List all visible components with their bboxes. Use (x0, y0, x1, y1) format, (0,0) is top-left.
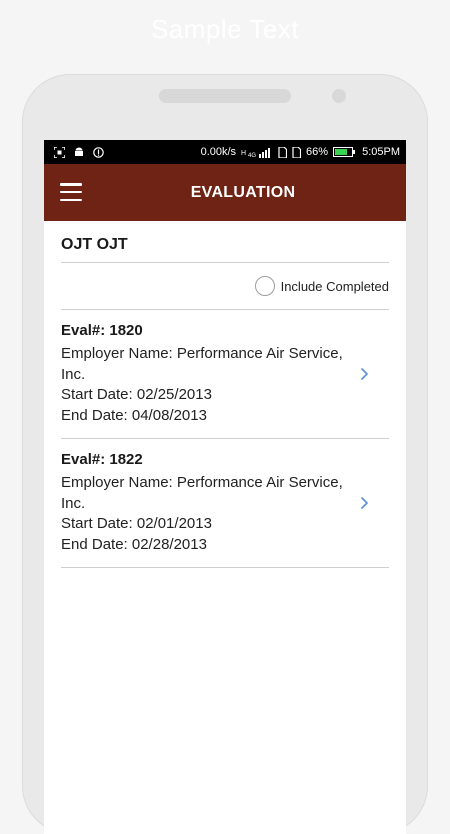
network-speed: 0.00k/s (200, 146, 237, 158)
battery-icon (333, 147, 357, 157)
end-date: End Date: 02/28/2013 (61, 535, 207, 553)
include-completed-row: Include Completed (61, 263, 389, 310)
sim-card-icon (278, 146, 288, 158)
phone-frame: 0.00k/s H 4G 66% 5:05PM EVALUATION OJT O… (22, 74, 428, 834)
signal-icon: H 4G (241, 147, 273, 158)
section-title: OJT OJT (61, 221, 389, 263)
include-completed-radio[interactable] (254, 276, 275, 296)
employer-name: Employer Name: Performance Air Service, … (61, 474, 343, 512)
list-item[interactable]: Eval#: 1822 Employer Name: Performance A… (61, 439, 389, 568)
sim-card-icon-2 (292, 146, 302, 158)
clock: 5:05PM (362, 146, 400, 158)
battery-percent: 66% (306, 146, 329, 158)
info-icon (93, 146, 104, 158)
phone-screen: 0.00k/s H 4G 66% 5:05PM EVALUATION OJT O… (44, 140, 406, 834)
svg-text:H: H (241, 150, 246, 157)
main-content: OJT OJT Include Completed Eval#: 1820 Em… (44, 221, 406, 568)
start-date: Start Date: 02/25/2013 (61, 386, 212, 403)
eval-number: Eval#: 1822 (61, 451, 143, 468)
chevron-right-icon[interactable] (359, 497, 371, 509)
employer-name: Employer Name: Performance Air Service, … (61, 345, 343, 383)
phone-speaker (159, 89, 291, 103)
app-title: EVALUATION (190, 183, 296, 201)
android-icon (74, 147, 84, 158)
status-bar: 0.00k/s H 4G 66% 5:05PM (44, 140, 406, 164)
screenshot-icon (54, 146, 65, 158)
svg-text:4G: 4G (248, 153, 256, 158)
phone-camera (332, 89, 346, 103)
include-completed-label[interactable]: Include Completed (281, 279, 389, 294)
eval-number: Eval#: 1820 (61, 322, 143, 339)
chevron-right-icon[interactable] (359, 368, 371, 380)
hamburger-menu-icon[interactable] (60, 183, 82, 201)
end-date: End Date: 04/08/2013 (61, 406, 207, 424)
app-bar: EVALUATION (44, 164, 406, 221)
caption-text: Sample Text (150, 14, 300, 44)
start-date: Start Date: 02/01/2013 (61, 515, 212, 532)
list-item[interactable]: Eval#: 1820 Employer Name: Performance A… (61, 310, 389, 439)
